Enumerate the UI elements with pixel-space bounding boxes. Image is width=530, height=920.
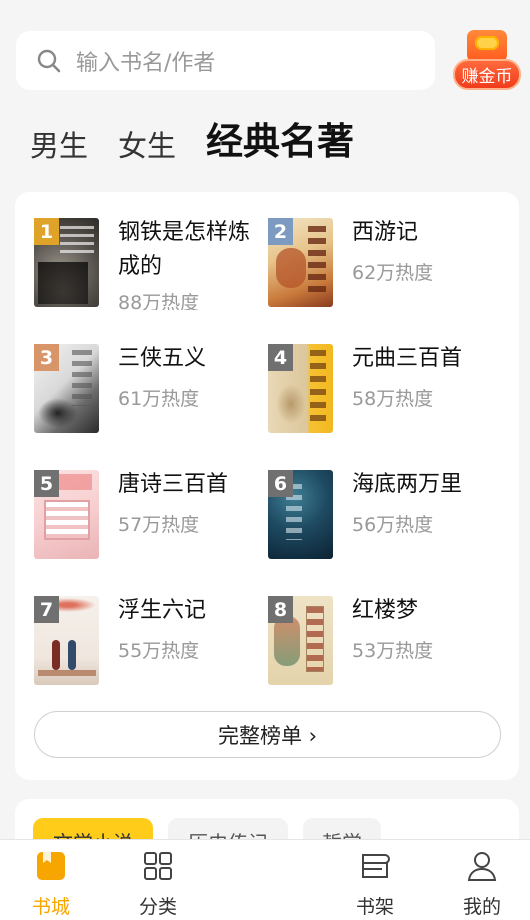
rank-badge: 6: [268, 470, 293, 497]
book-title[interactable]: 唐诗三百首: [118, 468, 264, 502]
rank-badge: 1: [34, 218, 59, 245]
nav-bookshelf[interactable]: 书架: [335, 840, 415, 920]
book-item[interactable]: 3 三侠五义 61万热度: [34, 344, 264, 444]
nav-category[interactable]: 分类: [118, 840, 198, 920]
bookshelf-icon: [362, 854, 390, 878]
rank-badge: 7: [34, 596, 59, 623]
nav-profile[interactable]: 我的: [442, 840, 522, 920]
book-heat: 57万热度: [118, 514, 200, 536]
nav-label: 书城: [31, 896, 70, 918]
earn-coins-label: 赚金币: [453, 59, 521, 90]
nav-label: 我的: [462, 896, 501, 918]
book-heat: 53万热度: [352, 640, 434, 662]
category-grid-icon: [144, 852, 172, 880]
book-heat: 58万热度: [352, 388, 434, 410]
earn-coins-button[interactable]: 赚金币: [451, 30, 523, 92]
search-input[interactable]: 输入书名/作者: [76, 45, 215, 77]
book-item[interactable]: 4 元曲三百首 58万热度: [268, 344, 498, 444]
rank-badge: 4: [268, 344, 293, 371]
book-item[interactable]: 2 西游记 62万热度: [268, 218, 498, 318]
book-title[interactable]: 海底两万里: [352, 468, 498, 502]
bottom-nav: 书城 分类 书架 我的: [0, 839, 530, 920]
book-title[interactable]: 元曲三百首: [352, 342, 498, 376]
book-title[interactable]: 钢铁是怎样炼成的: [118, 216, 264, 284]
book-item[interactable]: 6 海底两万里 56万热度: [268, 470, 498, 570]
tab-classics[interactable]: 经典名著: [206, 116, 354, 168]
book-heat: 62万热度: [352, 262, 434, 284]
bookstore-icon: [37, 852, 65, 880]
full-ranking-button[interactable]: 完整榜单 ›: [34, 711, 501, 758]
book-title[interactable]: 三侠五义: [118, 342, 264, 376]
rank-badge: 3: [34, 344, 59, 371]
book-heat: 61万热度: [118, 388, 200, 410]
book-item[interactable]: 7 浮生六记 55万热度: [34, 596, 264, 696]
book-title[interactable]: 浮生六记: [118, 594, 264, 628]
search-bar[interactable]: 输入书名/作者: [16, 31, 435, 90]
book-title[interactable]: 西游记: [352, 216, 498, 250]
nav-bookstore[interactable]: 书城: [11, 840, 91, 920]
coin-box-icon: [467, 30, 507, 62]
book-title[interactable]: 红楼梦: [352, 594, 498, 628]
book-heat: 88万热度: [118, 292, 200, 310]
tab-female[interactable]: 女生: [118, 124, 176, 168]
rank-badge: 8: [268, 596, 293, 623]
book-item[interactable]: 5 唐诗三百首 57万热度: [34, 470, 264, 570]
rank-badge: 2: [268, 218, 293, 245]
book-heat: 55万热度: [118, 640, 200, 662]
nav-label: 书架: [355, 896, 394, 918]
rank-badge: 5: [34, 470, 59, 497]
book-item[interactable]: 8 红楼梦 53万热度: [268, 596, 498, 696]
book-item[interactable]: 1 钢铁是怎样炼成的 88万热度: [34, 218, 264, 318]
tab-male[interactable]: 男生: [30, 124, 88, 168]
ranking-card: 1 钢铁是怎样炼成的 88万热度 2 西游记 62万热度 3 三侠五义 61万热…: [15, 192, 519, 780]
channel-tabs: 男生 女生 经典名著: [30, 108, 354, 168]
nav-label: 分类: [138, 896, 177, 918]
profile-icon: [467, 852, 497, 881]
book-heat: 56万热度: [352, 514, 434, 536]
search-icon: [37, 49, 61, 72]
